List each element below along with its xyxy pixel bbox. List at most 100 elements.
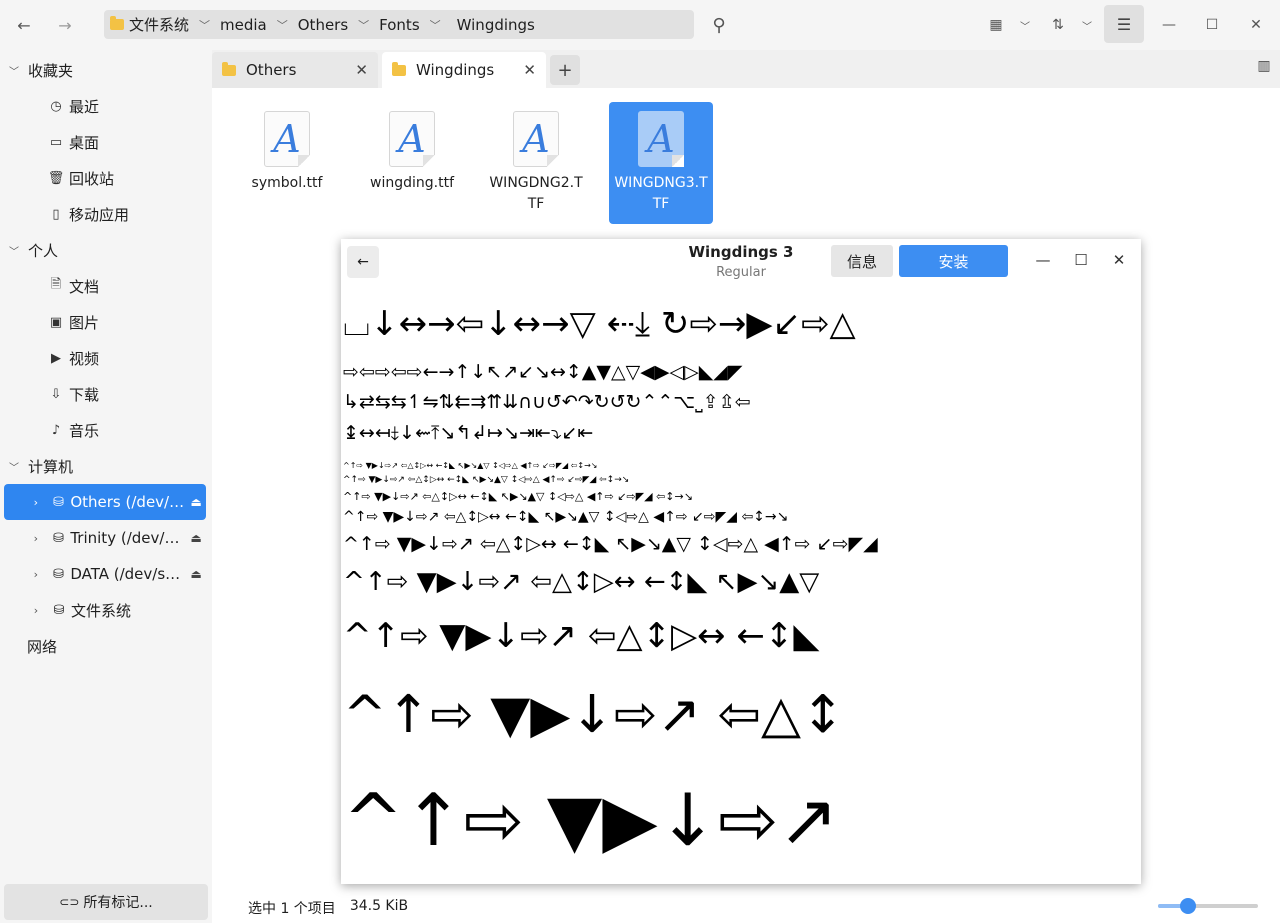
eject-icon[interactable]: ⏏ xyxy=(186,567,206,581)
sidebar-item-mobile[interactable]: ▯ 移动应用 xyxy=(0,196,212,232)
file-item[interactable]: A symbol.ttf xyxy=(235,102,339,224)
breadcrumb-item-others[interactable]: Others xyxy=(298,16,348,34)
folder-icon xyxy=(222,61,236,76)
sort-button[interactable]: ⇅ xyxy=(1043,8,1073,42)
install-button[interactable]: 安装 xyxy=(899,245,1008,277)
sort-dropdown[interactable]: ﹀ xyxy=(1075,8,1099,42)
sidebar-group-favorites[interactable]: ﹀ 收藏夹 xyxy=(0,52,212,88)
sample-line: ↳⇄⇆⇆↿⇋⇅⇇⇉⇈⇊∩∪↺↶↷↻↺↻⌃⌃⌥⎵⇪⇫⇦ xyxy=(343,391,751,413)
sample-line: ↨↔↤⤈↓⇜⤒↘↰↲↦↘⇥⇤⤵↙⇤ xyxy=(343,422,594,444)
sidebar-group-personal[interactable]: ﹀ 个人 xyxy=(0,232,212,268)
image-icon: ▣ xyxy=(49,314,63,330)
chevron-down-icon[interactable]: ﹀ xyxy=(430,17,441,33)
sidebar-item-trash[interactable]: 🗑 回收站 xyxy=(0,160,212,196)
eject-icon[interactable]: ⏏ xyxy=(186,531,206,545)
sidebar-device-data[interactable]: ›⛁DATA (/dev/sdc1)⏏ xyxy=(4,556,206,592)
font-file-icon: A xyxy=(389,111,435,167)
sidebar-group-computer[interactable]: ﹀ 计算机 xyxy=(0,448,212,484)
chevron-right-icon[interactable]: › xyxy=(26,532,46,545)
tab-bar: Others ✕ Wingdings ✕ + ▥ xyxy=(212,50,1280,88)
zoom-slider[interactable] xyxy=(1158,898,1258,914)
chevron-down-icon: ﹀ xyxy=(9,66,19,78)
new-tab-button[interactable]: + xyxy=(550,55,580,85)
drive-icon: ⛁ xyxy=(53,494,64,510)
back-button[interactable]: ← xyxy=(7,8,41,42)
drive-icon: ⛁ xyxy=(53,566,64,582)
top-toolbar: ← → 文件系统 ﹀ media ﹀ Others ﹀ Fonts ﹀ Wing… xyxy=(0,0,1280,50)
sidebar-item-downloads[interactable]: ⇩ 下载 xyxy=(0,376,212,412)
video-icon: ▶ xyxy=(51,350,61,366)
document-icon: 🗎 xyxy=(50,277,62,292)
detail-panel-button[interactable]: ▥ xyxy=(1254,56,1274,76)
sidebar-item-desktop[interactable]: ▭ 桌面 xyxy=(0,124,212,160)
window-minimize-button[interactable]: — xyxy=(1152,8,1186,42)
chevron-down-icon[interactable]: ﹀ xyxy=(358,17,369,33)
dialog-back-button[interactable]: ← xyxy=(347,246,379,278)
window-maximize-button[interactable]: ☐ xyxy=(1195,8,1229,42)
file-item-selected[interactable]: A WINGDNG3.TTF xyxy=(609,102,713,224)
sidebar-item-recent[interactable]: ◷ 最近 xyxy=(0,88,212,124)
dialog-maximize-button[interactable]: ☐ xyxy=(1066,245,1096,275)
sidebar: ﹀ 收藏夹 ◷ 最近 ▭ 桌面 🗑 回收站 ▯ 移动应用 ﹀ 个人 🗎 文档 ▣ 图片 ▶ 视频 … xyxy=(0,50,212,923)
selection-size: 34.5 KiB xyxy=(349,898,409,914)
chevron-right-icon[interactable]: › xyxy=(26,604,46,617)
window-close-button[interactable]: ✕ xyxy=(1239,8,1273,42)
sample-line: ^↑⇨ ▼▶↓⇨↗ ⇦△↕▷↔ ←↕◣ ↖▶↘▲▽ ↕◁⇨△ ◀↑⇨ ↙⇨◤◢ … xyxy=(343,509,789,525)
sample-line: ^↑⇨ ▼▶↓⇨↗ ⇦△↕ xyxy=(343,685,845,745)
arrow-right-icon: → xyxy=(58,15,72,35)
maximize-icon: ☐ xyxy=(1205,17,1219,33)
font-preview-dialog: ← Wingdings 3 Regular 信息 安装 — ☐ ✕ ⌴↓↔→⇦↓… xyxy=(341,239,1141,884)
tab-wingdings[interactable]: Wingdings ✕ xyxy=(382,52,546,88)
chevron-down-icon: ﹀ xyxy=(9,462,19,474)
clock-icon: ◷ xyxy=(50,98,62,114)
dialog-close-button[interactable]: ✕ xyxy=(1104,245,1134,275)
forward-button[interactable]: → xyxy=(48,8,82,42)
plus-icon: + xyxy=(557,59,573,81)
breadcrumb-item-fonts[interactable]: Fonts xyxy=(379,16,419,34)
sample-line: ^↑⇨ ▼▶↓⇨↗ ⇦△↕▷↔ ←↕◣ ↖▶↘▲▽ ↕◁⇨△ ◀↑⇨ ↙⇨◤◢ xyxy=(343,533,878,555)
drive-icon: ⛁ xyxy=(53,602,65,618)
breadcrumb: 文件系统 ﹀ media ﹀ Others ﹀ Fonts ﹀ Wingding… xyxy=(104,10,694,39)
font-style: Regular xyxy=(716,265,766,280)
dialog-minimize-button[interactable]: — xyxy=(1028,245,1058,275)
file-item[interactable]: A wingding.ttf xyxy=(360,102,464,224)
eject-icon[interactable]: ⏏ xyxy=(186,495,206,509)
sidebar-device-filesystem[interactable]: › ⛁ 文件系统 xyxy=(4,592,206,628)
chevron-down-icon[interactable]: ﹀ xyxy=(199,17,210,33)
main-menu-button[interactable]: ☰ xyxy=(1104,5,1144,43)
view-mode-button[interactable]: ▦ xyxy=(981,8,1011,42)
sample-line: ^↑⇨ ▼▶↓⇨↗ xyxy=(343,778,839,862)
breadcrumb-item-wingdings[interactable]: Wingdings xyxy=(457,16,535,34)
sidebar-item-pictures[interactable]: ▣ 图片 xyxy=(0,304,212,340)
breadcrumb-item-media[interactable]: media xyxy=(220,16,267,34)
chevron-down-icon[interactable]: ﹀ xyxy=(277,17,288,33)
zoom-slider-handle[interactable] xyxy=(1180,898,1196,914)
sidebar-item-music[interactable]: ♪ 音乐 xyxy=(0,412,212,448)
sidebar-device-trinity[interactable]: ›⛁Trinity (/dev/sdb1)⏏ xyxy=(4,520,206,556)
sidebar-item-network[interactable]: 网络 xyxy=(0,628,212,664)
file-item[interactable]: A WINGDNG2.TTF xyxy=(484,102,588,224)
chevron-right-icon[interactable]: › xyxy=(26,568,46,581)
selection-status: 选中 1 个项目 xyxy=(248,901,336,917)
chevron-right-icon[interactable]: › xyxy=(26,496,46,509)
sample-line: ^↑⇨ ▼▶↓⇨↗ ⇦△↕▷↔ ←↕◣ ↖▶↘▲▽ ↕◁⇨△ ◀↑⇨ ↙⇨◤◢ … xyxy=(343,475,630,485)
sidebar-panel-icon: ▥ xyxy=(1257,58,1271,74)
view-mode-dropdown[interactable]: ﹀ xyxy=(1013,8,1037,42)
arrow-left-icon: ← xyxy=(357,254,369,270)
close-icon: ✕ xyxy=(1250,17,1262,33)
close-icon[interactable]: ✕ xyxy=(523,61,536,79)
tab-others[interactable]: Others ✕ xyxy=(212,52,378,88)
info-button[interactable]: 信息 xyxy=(831,245,893,277)
sidebar-item-documents[interactable]: 🗎 文档 xyxy=(0,268,212,304)
close-icon[interactable]: ✕ xyxy=(355,61,368,79)
font-file-icon: A xyxy=(264,111,310,167)
search-button[interactable]: ⚲ xyxy=(702,8,736,42)
all-tags-button[interactable]: ⊂⊃ 所有标记... xyxy=(4,884,208,920)
sample-line: ^↑⇨ ▼▶↓⇨↗ ⇦△↕▷↔ ←↕◣ ↖▶↘▲▽ ↕◁⇨△ ◀↑⇨ ↙⇨◤◢ … xyxy=(343,490,693,503)
sidebar-device-others[interactable]: ›⛁Others (/dev/sda1)⏏ xyxy=(4,484,206,520)
status-bar: 选中 1 个项目 34.5 KiB xyxy=(248,898,408,918)
breadcrumb-item-root[interactable]: 文件系统 xyxy=(110,14,189,35)
sidebar-item-videos[interactable]: ▶ 视频 xyxy=(0,340,212,376)
minimize-icon: — xyxy=(1162,17,1176,33)
grid-view-icon: ▦ xyxy=(989,17,1003,33)
